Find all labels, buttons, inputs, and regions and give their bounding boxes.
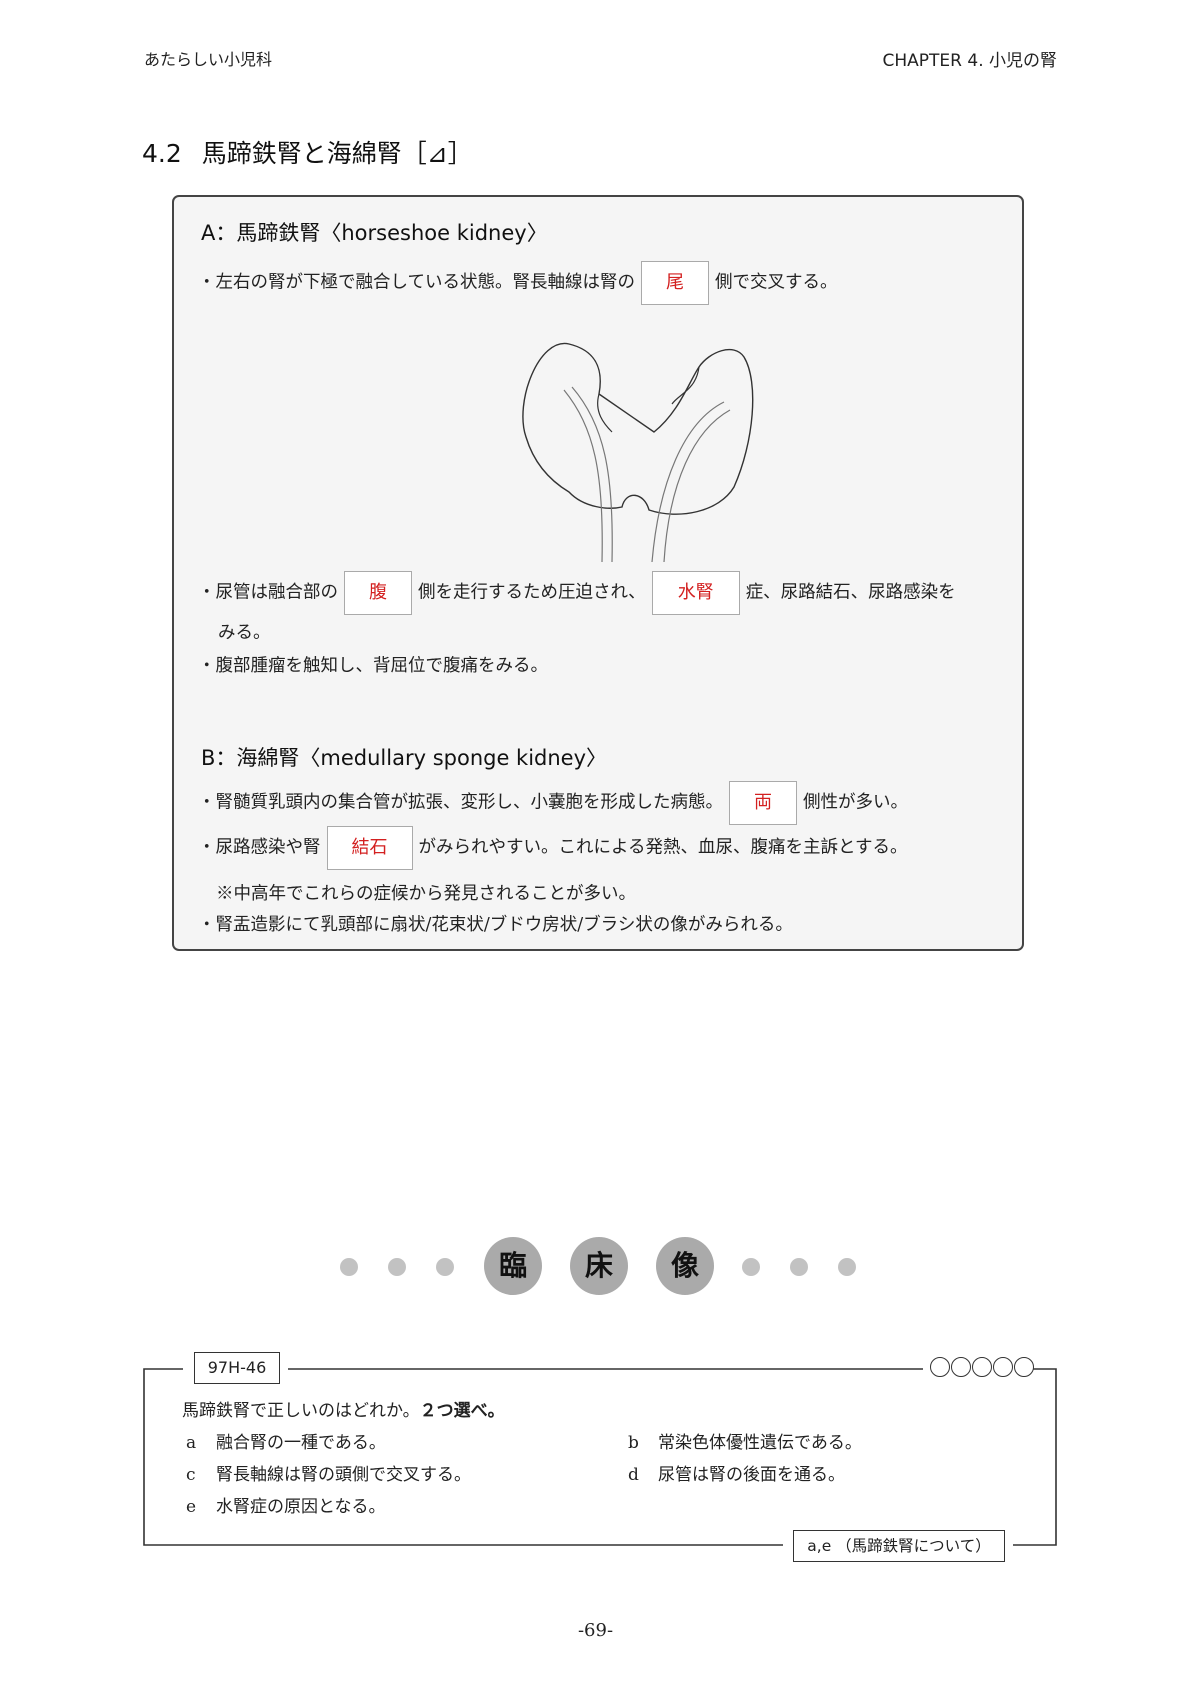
- option-text: 水腎症の原因となる。: [216, 1497, 386, 1517]
- answer-blank: 結石: [326, 826, 413, 870]
- summary-box: A：馬蹄鉄腎〈horseshoe kidney〉 ・左右の腎が下極で融合している…: [172, 195, 1024, 951]
- topic-a-line3: ・腹部腫瘤を触知し、背屈位で腹痛をみる。: [198, 656, 548, 676]
- answer-blank: 尾: [640, 261, 709, 305]
- banner-dot: [838, 1258, 856, 1276]
- banner-dot: [436, 1258, 454, 1276]
- option-key: c: [186, 1465, 196, 1485]
- banner-dot: [742, 1258, 760, 1276]
- option-text: 常染色体優性遺伝である。: [658, 1433, 862, 1453]
- banner-dot: [790, 1258, 808, 1276]
- section-title: 馬蹄鉄腎と海綿腎［⊿］: [201, 139, 473, 168]
- option-text: 腎長軸線は腎の頭側で交叉する。: [216, 1465, 471, 1485]
- difficulty-circle-icon: [993, 1357, 1013, 1377]
- difficulty-circle-icon: [1014, 1357, 1034, 1377]
- section-number: 4.2: [142, 139, 182, 168]
- topic-b-line1: ・腎髄質乳頭内の集合管が拡張、変形し、小嚢胞を形成した病態。両側性が多い。: [198, 781, 908, 825]
- option-key: a: [186, 1433, 197, 1453]
- option-c: c 腎長軸線は腎の頭側で交叉する。: [186, 1460, 471, 1485]
- topic-b-line3: ・腎盂造影にて乳頭部に扇状/花束状/ブドウ房状/ブラシ状の像がみられる。: [198, 915, 793, 935]
- clinical-char-3: 像: [656, 1237, 714, 1295]
- topic-a-line2-cont: みる。: [218, 623, 271, 643]
- option-text: 融合腎の一種である。: [216, 1433, 386, 1453]
- option-key: e: [186, 1497, 197, 1517]
- section-heading: 4.2 馬蹄鉄腎と海綿腎［⊿］: [142, 134, 473, 170]
- topic-b-line2: ・尿路感染や腎 結石 がみられやすい。これによる発熱、血尿、腹痛を主訴とする。: [198, 826, 907, 870]
- topic-a-line2-end: 症、尿路結石、尿路感染を: [745, 582, 956, 603]
- clinical-char-2: 床: [570, 1237, 628, 1295]
- clinical-char-1: 臨: [484, 1237, 542, 1295]
- banner-dot: [340, 1258, 358, 1276]
- topic-b-line1-text: ・腎髄質乳頭内の集合管が拡張、変形し、小嚢胞を形成した病態。: [198, 792, 723, 813]
- banner-dot: [388, 1258, 406, 1276]
- question-stem-emphasis: ２つ選べ。: [419, 1401, 505, 1421]
- topic-a-line1-text-end: 側で交叉する。: [714, 272, 838, 293]
- topic-a-line2-text: ・尿管は融合部の: [198, 582, 338, 603]
- topic-a-heading: A：馬蹄鉄腎〈horseshoe kidney〉: [201, 221, 548, 245]
- question-code: 97H-46: [194, 1352, 280, 1384]
- topic-b-heading: B：海綿腎〈medullary sponge kidney〉: [201, 746, 608, 770]
- answer-blank: 水腎: [651, 571, 740, 615]
- topic-a-line1: ・左右の腎が下極で融合している状態。腎長軸線は腎の尾側で交叉する。: [198, 261, 837, 305]
- option-e: e 水腎症の原因となる。: [186, 1492, 386, 1517]
- difficulty-circles: [930, 1357, 1035, 1379]
- topic-b-line2-text: ・尿路感染や腎: [198, 837, 321, 858]
- answer-blank: 腹: [344, 571, 412, 615]
- answer-blank: 両: [729, 781, 797, 825]
- topic-b-line1-end: 側性が多い。: [803, 792, 908, 813]
- option-key: b: [628, 1433, 639, 1453]
- topic-a-line1-text: ・左右の腎が下極で融合している状態。腎長軸線は腎の: [198, 272, 635, 293]
- difficulty-circle-icon: [930, 1357, 950, 1377]
- topic-a-line2-mid: 側を走行するため圧迫され、: [418, 582, 646, 603]
- difficulty-circle-icon: [972, 1357, 992, 1377]
- option-key: d: [628, 1465, 639, 1485]
- option-d: d 尿管は腎の後面を通る。: [628, 1460, 845, 1485]
- chapter-title: CHAPTER 4. 小児の腎: [882, 51, 1058, 71]
- answer-box: a,e （馬蹄鉄腎について）: [793, 1530, 1005, 1562]
- topic-b-line2-end: がみられやすい。これによる発熱、血尿、腹痛を主訴とする。: [418, 837, 908, 858]
- option-text: 尿管は腎の後面を通る。: [658, 1465, 845, 1485]
- difficulty-circle-icon: [951, 1357, 971, 1377]
- option-a: a 融合腎の一種である。: [186, 1428, 386, 1453]
- topic-a-line2: ・尿管は融合部の腹側を走行するため圧迫され、 水腎 症、尿路結石、尿路感染を: [198, 571, 956, 615]
- option-b: b 常染色体優性遺伝である。: [628, 1428, 862, 1453]
- question-stem: 馬蹄鉄腎で正しいのはどれか。２つ選べ。: [182, 1396, 505, 1421]
- topic-b-note: ※中高年でこれらの症候から発見されることが多い。: [216, 884, 636, 904]
- clinical-banner: 臨 床 像: [330, 1237, 870, 1297]
- question-frame: [143, 1368, 1057, 1546]
- book-title: あたらしい小児科: [144, 50, 273, 69]
- page-number: -69-: [577, 1620, 614, 1641]
- horseshoe-kidney-diagram: [522, 342, 754, 562]
- question-stem-text: 馬蹄鉄腎で正しいのはどれか。: [182, 1401, 420, 1421]
